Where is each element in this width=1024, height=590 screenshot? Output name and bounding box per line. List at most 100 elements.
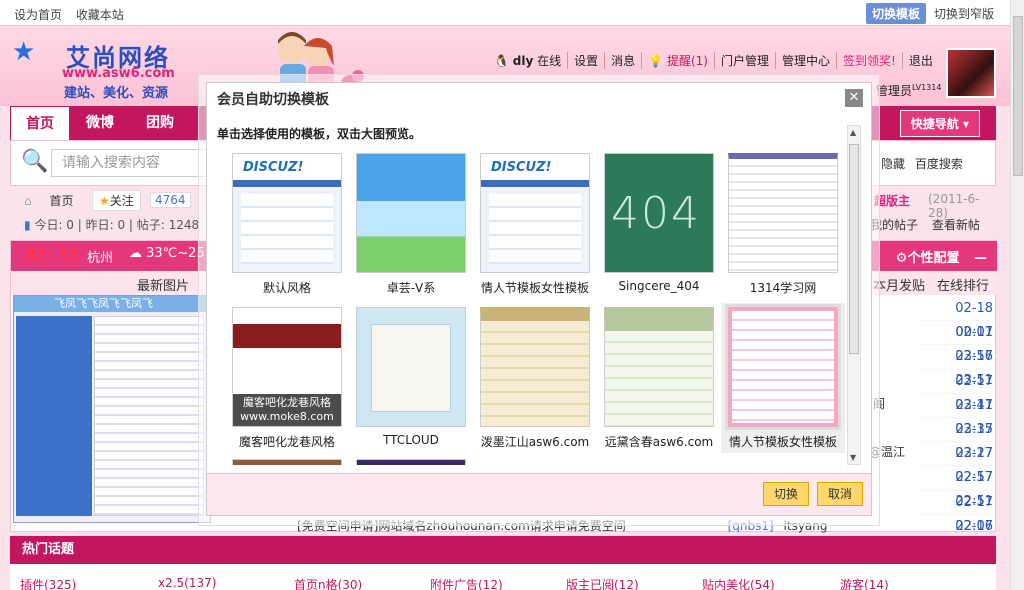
thumb-404: 404 (611, 188, 701, 239)
template-thumbnail[interactable] (480, 307, 590, 427)
post-time: 02-17 23:41 (921, 370, 997, 413)
template-thumbnail[interactable]: DISCUZ! (480, 153, 590, 273)
template-tile[interactable] (225, 459, 349, 465)
dialog-hint: 单击选择使用的模板，双击大图预览。 (217, 127, 422, 141)
hot-topic-link[interactable]: 首页n格(30) (294, 576, 362, 590)
scroll-down-icon[interactable]: ▼ (850, 453, 856, 462)
hot-topic-link[interactable]: 插件(325) (20, 576, 76, 590)
post-time: 02-17 23:51 (921, 345, 997, 388)
month-posts-tab[interactable]: 本月发贴 (873, 275, 925, 294)
template-tile[interactable]: DISCUZ! 情人节模板女性模板 (473, 153, 597, 296)
logo-url: www.asw6.com (62, 66, 175, 81)
template-thumbnail[interactable] (728, 153, 838, 273)
top-bar: 设为首页 收藏本站 切换模板 切换到窄版 (0, 0, 1010, 26)
hot-topics-row: 插件(325) x2.5(137) 首页n格(30) 附件广告(12) 版主已阅… (10, 564, 996, 590)
remind-link[interactable]: 💡 提醒(1) (641, 52, 714, 69)
home-icon: ⌂ (24, 194, 32, 208)
new-posts-link[interactable]: 查看新帖 (932, 218, 980, 232)
search-input[interactable]: 请输入搜索内容 (51, 149, 211, 177)
online-rank-tab[interactable]: 在线排行 (937, 275, 989, 294)
cancel-button[interactable]: 取消 (817, 482, 864, 506)
scroll-up-icon[interactable]: ▲ (850, 128, 856, 137)
follow-label: 关注 (109, 194, 134, 208)
hot-topic-link[interactable]: x2.5(137) (158, 576, 216, 590)
template-tile[interactable]: 远黛含春asw6.com (597, 307, 721, 450)
user-level: LV1314 (912, 83, 942, 92)
template-thumbnail[interactable] (232, 459, 342, 465)
post-time: 02-17 22:57 (921, 442, 997, 485)
template-tile[interactable] (349, 459, 473, 465)
template-tile[interactable]: 泼墨江山asw6.com (473, 307, 597, 450)
baidu-search-link[interactable]: 百度搜索 (915, 157, 963, 171)
personal-config-label: 个性配置 (907, 251, 960, 266)
dialog-title: 会员自助切换模板 (217, 92, 329, 108)
template-thumbnail[interactable]: 魔客吧化龙巷风格 www.moke8.com (232, 307, 342, 427)
sign-in-link[interactable]: 签到领奖! (836, 52, 902, 69)
city: 杭州 (87, 251, 114, 266)
hot-topic-link[interactable]: 附件广告(12) (430, 576, 503, 590)
nav-tab-home[interactable]: 首页 (10, 106, 70, 140)
nav-tab-groupbuy[interactable]: 团购 (130, 106, 190, 140)
username[interactable]: dly (513, 54, 534, 68)
switch-button[interactable]: 切换 (763, 482, 810, 506)
admin-center-link[interactable]: 管理中心 (774, 52, 836, 69)
portal-admin-link[interactable]: 门户管理 (713, 52, 775, 69)
template-tile[interactable]: TTCLOUD (349, 307, 473, 447)
screenshot-image (16, 316, 92, 516)
template-thumbnail[interactable] (604, 307, 714, 427)
hide-link[interactable]: 隐藏 (881, 157, 905, 171)
personal-config-button[interactable]: ⚙个性配置 — (896, 247, 987, 266)
set-home-link[interactable]: 设为首页 (14, 8, 62, 22)
page-scrollbar[interactable] (1010, 0, 1024, 590)
quick-nav-label: 快捷导航 (910, 117, 959, 131)
template-thumbnail[interactable]: DISCUZ! (232, 153, 342, 273)
template-name: 情人节模板女性模板 (480, 281, 589, 295)
latest-image-slide[interactable]: 飞凤飞飞凤飞飞凤飞 (13, 295, 211, 523)
template-tile-selected[interactable]: 情人节模板女性模板 (721, 303, 845, 453)
bookmark-link[interactable]: 收藏本站 (76, 8, 124, 22)
settings-link[interactable]: 设置 (567, 52, 604, 69)
latest-images-tab[interactable]: 最新图片 (137, 275, 189, 294)
template-thumbnail[interactable] (356, 459, 466, 465)
hot-topics-header: 热门话题 (10, 536, 996, 564)
online-status: 在线 (537, 54, 562, 68)
thread-links: 我的帖子 查看新帖 (870, 216, 980, 233)
template-thumbnail[interactable] (356, 307, 466, 427)
template-tile[interactable]: DISCUZ! 默认风格 (225, 153, 349, 296)
post-time: 02-17 23:27 (921, 418, 997, 461)
hot-topic-link[interactable]: 版主已阅(12) (566, 576, 639, 590)
template-tile[interactable]: 魔客吧化龙巷风格 www.moke8.com 魔客吧化龙巷风格 (225, 307, 349, 450)
dialog-scrollbar-thumb[interactable] (849, 144, 859, 354)
switch-narrow-link[interactable]: 切换到窄版 (934, 5, 994, 22)
template-thumbnail[interactable] (356, 153, 466, 273)
switch-template-button[interactable]: 切换模板 (865, 3, 926, 24)
user-bar: 🐧 dly 在线 设置 消息 💡 提醒(1) 门户管理 管理中心 签到领奖! 退… (488, 52, 939, 69)
template-tile[interactable]: 卓芸-V系 (349, 153, 473, 296)
cloud-icon: ☁ (129, 246, 142, 261)
logout-link[interactable]: 退出 (901, 52, 939, 69)
avatar[interactable] (946, 48, 996, 98)
page-scrollbar-thumb[interactable] (1013, 16, 1023, 176)
nav-tab-weibo[interactable]: 微博 (70, 106, 130, 140)
close-icon[interactable]: ✕ (845, 89, 863, 107)
messages-link[interactable]: 消息 (604, 52, 641, 69)
breadcrumb-home[interactable]: ⌂ 首页 (24, 192, 73, 209)
template-tile[interactable]: 1314学习网 (721, 153, 845, 296)
template-name: 泼墨江山asw6.com (480, 435, 590, 449)
template-tile[interactable]: 404 Singcere_404 (597, 153, 721, 293)
user-info[interactable]: 🐧 dly 在线 (488, 52, 567, 69)
template-name: Singcere_404 (618, 279, 700, 293)
hot-topic-link[interactable]: 贴内美化(54) (702, 576, 775, 590)
template-name: TTCLOUD (383, 433, 439, 447)
hot-topic-link[interactable]: 游客(14) (840, 576, 889, 590)
dialog-scrollbar[interactable]: ▲ ▼ (847, 125, 861, 465)
template-thumbnail[interactable]: 404 (604, 153, 714, 273)
site-logo[interactable]: ★ 艾尚网络 www.asw6.com 建站、美化、资源 (12, 38, 187, 101)
follow-button[interactable]: ★关注 (92, 190, 141, 211)
quick-nav-button[interactable]: 快捷导航 ▾ (899, 110, 980, 137)
template-thumbnail[interactable] (725, 304, 841, 430)
template-name: 默认风格 (262, 281, 311, 295)
post-time: 02-18 00:01 (921, 297, 997, 340)
dialog-footer: 切换 取消 (207, 473, 871, 515)
clock: 02:33 (25, 245, 80, 266)
